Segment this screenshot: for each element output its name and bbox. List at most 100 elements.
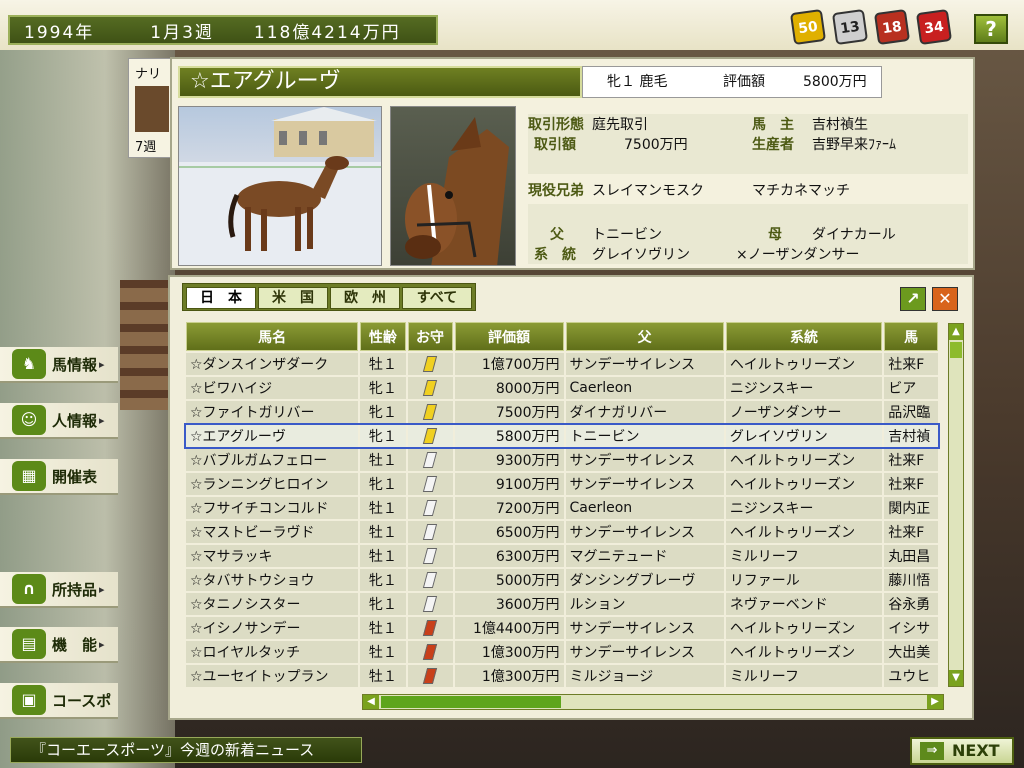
horizontal-scroll-thumb[interactable] bbox=[381, 696, 561, 708]
sire-cell: ダイナガリバー bbox=[565, 401, 724, 423]
sex-age-cell: 牝１ bbox=[360, 425, 406, 447]
week-label: 1月3週 bbox=[150, 22, 214, 43]
col-header-sex-age[interactable]: 性齢 bbox=[360, 322, 406, 351]
table-row[interactable]: ☆ロイヤルタッチ 牡１ 1億300万円 サンデーサイレンス ヘイルトゥリーズン 大出美 bbox=[186, 641, 938, 663]
tab-usa[interactable]: 米 国 bbox=[258, 287, 328, 309]
sex-age-cell: 牝１ bbox=[360, 401, 406, 423]
scroll-left-icon[interactable]: ◀ bbox=[363, 695, 379, 709]
horse-name-cell: ☆ダンスインザダーク bbox=[186, 353, 359, 375]
table-row[interactable]: ☆ランニングヒロイン 牝１ 9100万円 サンデーサイレンス ヘイルトゥリーズン 社来F bbox=[186, 473, 938, 495]
vertical-scroll-thumb[interactable] bbox=[950, 342, 962, 358]
money-label: 118億4214万円 bbox=[253, 22, 401, 43]
sex-age-cell: 牡１ bbox=[360, 497, 406, 519]
table-row[interactable]: ☆ビワハイジ 牝１ 8000万円 Caerleon ニジンスキー ビア bbox=[186, 377, 938, 399]
table-row[interactable]: ☆バブルガムフェロー 牡１ 9300万円 サンデーサイレンス ヘイルトゥリーズン 社来F bbox=[186, 449, 938, 471]
next-button[interactable]: ⇒ NEXT bbox=[910, 737, 1014, 765]
eval-cell: 5000万円 bbox=[454, 569, 564, 591]
sire-cell: サンデーサイレンス bbox=[565, 641, 724, 663]
info-spacer bbox=[528, 154, 968, 174]
sex-age-cell: 牡１ bbox=[360, 521, 406, 543]
sex-age-cell: 牡１ bbox=[360, 353, 406, 375]
menu-schedule[interactable]: ▦ 開催表 bbox=[0, 459, 118, 495]
eval-value: 5800万円 bbox=[803, 74, 867, 90]
owner-cell: 社来F bbox=[884, 449, 938, 471]
table-row[interactable]: ☆ユーセイトップラン 牡１ 1億300万円 ミルジョージ ミルリーフ ユウヒ bbox=[186, 665, 938, 687]
sire-cell: サンデーサイレンス bbox=[565, 449, 724, 471]
close-icon[interactable]: ✕ bbox=[932, 287, 958, 311]
col-header-line[interactable]: 系統 bbox=[725, 322, 883, 351]
vertical-scrollbar[interactable]: ▲ ▼ bbox=[948, 323, 964, 687]
col-header-sire[interactable]: 父 bbox=[565, 322, 724, 351]
table-row[interactable]: ☆イシノサンデー 牡１ 1億4400万円 サンデーサイレンス ヘイルトゥリーズン イシサ bbox=[186, 617, 938, 639]
eval-cell: 9100万円 bbox=[454, 473, 564, 495]
amulet-icon bbox=[422, 380, 438, 396]
menu-label: 所持品 bbox=[52, 580, 98, 599]
next-label: NEXT bbox=[952, 741, 1000, 760]
table-row[interactable]: ☆タバサトウショウ 牝１ 5000万円 ダンシングブレーヴ リファール 藤川悟 bbox=[186, 569, 938, 591]
amulet-cell bbox=[407, 545, 453, 567]
amulet-cell bbox=[407, 353, 453, 375]
owner-cell: 社来F bbox=[884, 521, 938, 543]
line-value: グレイソヴリン bbox=[592, 247, 690, 263]
sibling-2: マチカネマッチ bbox=[752, 183, 850, 199]
breeder-label: 生産者 bbox=[752, 137, 794, 153]
table-row[interactable]: ☆マサラッキ 牡１ 6300万円 マグニテュード ミルリーフ 丸田昌 bbox=[186, 545, 938, 567]
item-badge-4[interactable]: 34 bbox=[915, 8, 953, 46]
person-icon: ☺ bbox=[12, 405, 46, 435]
tab-japan[interactable]: 日 本 bbox=[186, 287, 256, 309]
tab-all[interactable]: すべて bbox=[402, 287, 472, 309]
line-cell: ニジンスキー bbox=[725, 377, 883, 399]
amulet-cell bbox=[407, 377, 453, 399]
horse-name-cell: ☆マサラッキ bbox=[186, 545, 359, 567]
table-row[interactable]: ☆タニノシスター 牝１ 3600万円 ルション ネヴァーベンド 谷永勇 bbox=[186, 593, 938, 615]
owner-cell: イシサ bbox=[884, 617, 938, 639]
line-cell: ヘイルトゥリーズン bbox=[725, 449, 883, 471]
deal-amount-value: 7500万円 bbox=[624, 137, 688, 153]
table-row[interactable]: ☆エアグルーヴ 牝１ 5800万円 トニービン グレイソヴリン 吉村禎 bbox=[184, 423, 940, 449]
col-header-eval[interactable]: 評価額 bbox=[454, 322, 564, 351]
news-ticker[interactable]: 『コーエースポーツ』今週の新着ニュース bbox=[10, 737, 362, 763]
col-header-owner[interactable]: 馬 bbox=[884, 322, 938, 351]
amulet-icon bbox=[422, 356, 438, 372]
owner-cell: 吉村禎 bbox=[884, 425, 938, 447]
eval-cell: 1億4400万円 bbox=[454, 617, 564, 639]
scroll-right-icon[interactable]: ▶ bbox=[927, 695, 943, 709]
menu-people-info[interactable]: ☺ 人情報 ▸ bbox=[0, 403, 118, 439]
item-badge-3[interactable]: 18 bbox=[873, 8, 911, 46]
help-button[interactable]: ? bbox=[974, 14, 1008, 44]
sex-age-cell: 牝１ bbox=[360, 569, 406, 591]
export-icon[interactable]: ↗ bbox=[900, 287, 926, 311]
menu-kosupo[interactable]: ▣ コースポ bbox=[0, 683, 118, 719]
amulet-cell bbox=[407, 569, 453, 591]
menu-items[interactable]: ∩ 所持品 ▸ bbox=[0, 572, 118, 608]
amulet-cell bbox=[407, 497, 453, 519]
line-cell: ヘイルトゥリーズン bbox=[725, 473, 883, 495]
table-row[interactable]: ☆ファイトガリバー 牝１ 7500万円 ダイナガリバー ノーザンダンサー 品沢臨 bbox=[186, 401, 938, 423]
owner-cell: 社来F bbox=[884, 353, 938, 375]
tab-europe[interactable]: 欧 州 bbox=[330, 287, 400, 309]
table-row[interactable]: ☆マストビーラヴド 牡１ 6500万円 サンデーサイレンス ヘイルトゥリーズン 社来F bbox=[186, 521, 938, 543]
sire-cell: サンデーサイレンス bbox=[565, 521, 724, 543]
col-header-name[interactable]: 馬名 bbox=[186, 322, 359, 351]
sire-cell: ルション bbox=[565, 593, 724, 615]
mini-card-title: ナリ bbox=[135, 67, 162, 82]
scroll-down-icon[interactable]: ▼ bbox=[949, 670, 963, 686]
menu-functions[interactable]: ▤ 機 能 ▸ bbox=[0, 627, 118, 663]
col-header-amulet[interactable]: お守 bbox=[407, 322, 453, 351]
item-badge-1[interactable]: 50 bbox=[789, 8, 827, 46]
item-badge-2[interactable]: 13 bbox=[831, 8, 869, 46]
line-cell: ネヴァーベンド bbox=[725, 593, 883, 615]
table-row[interactable]: ☆ダンスインザダーク 牡１ 1億700万円 サンデーサイレンス ヘイルトゥリーズン 社来F bbox=[186, 353, 938, 375]
horse-body-photo bbox=[178, 106, 382, 266]
horse-name-cell: ☆ユーセイトップラン bbox=[186, 665, 359, 687]
eval-cell: 9300万円 bbox=[454, 449, 564, 471]
amulet-icon bbox=[422, 620, 438, 636]
table-row[interactable]: ☆フサイチコンコルド 牡１ 7200万円 Caerleon ニジンスキー 関内正 bbox=[186, 497, 938, 519]
eval-cell: 3600万円 bbox=[454, 593, 564, 615]
horizontal-scrollbar[interactable]: ◀ ▶ bbox=[362, 694, 944, 710]
amulet-cell bbox=[407, 665, 453, 687]
siblings-label: 現役兄弟 bbox=[528, 183, 584, 199]
sex-age-cell: 牝１ bbox=[360, 377, 406, 399]
scroll-up-icon[interactable]: ▲ bbox=[949, 324, 963, 340]
menu-horse-info[interactable]: ♞ 馬情報 ▸ bbox=[0, 347, 118, 383]
